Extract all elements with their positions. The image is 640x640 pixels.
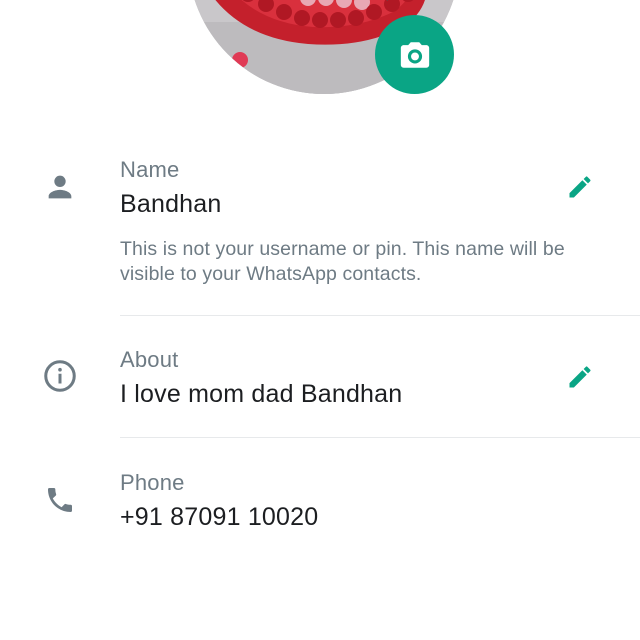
edit-name-button[interactable] [560, 167, 600, 207]
about-label: About [120, 347, 179, 372]
phone-value: +91 87091 10020 [120, 503, 319, 531]
profile-screen: Name Bandhan This is not your username o… [0, 0, 640, 640]
name-help-text: This is not your username or pin. This n… [120, 238, 565, 285]
about-value: I love mom dad Bandhan [120, 380, 403, 408]
divider [120, 437, 640, 438]
about-row[interactable]: About I love mom dad Bandhan [0, 330, 640, 437]
name-value: Bandhan [120, 190, 222, 218]
change-photo-button[interactable] [375, 15, 454, 94]
phone-icon [40, 480, 80, 520]
name-label: Name [120, 157, 180, 182]
divider [120, 315, 640, 316]
phone-label: Phone [120, 470, 185, 495]
edit-about-button[interactable] [560, 357, 600, 397]
pencil-icon [569, 176, 591, 198]
pencil-icon [569, 366, 591, 388]
person-icon [40, 167, 80, 207]
info-icon [40, 356, 80, 396]
camera-icon [400, 41, 429, 68]
phone-row: Phone +91 87091 10020 [0, 453, 640, 553]
name-row[interactable]: Name Bandhan This is not your username o… [0, 140, 640, 316]
